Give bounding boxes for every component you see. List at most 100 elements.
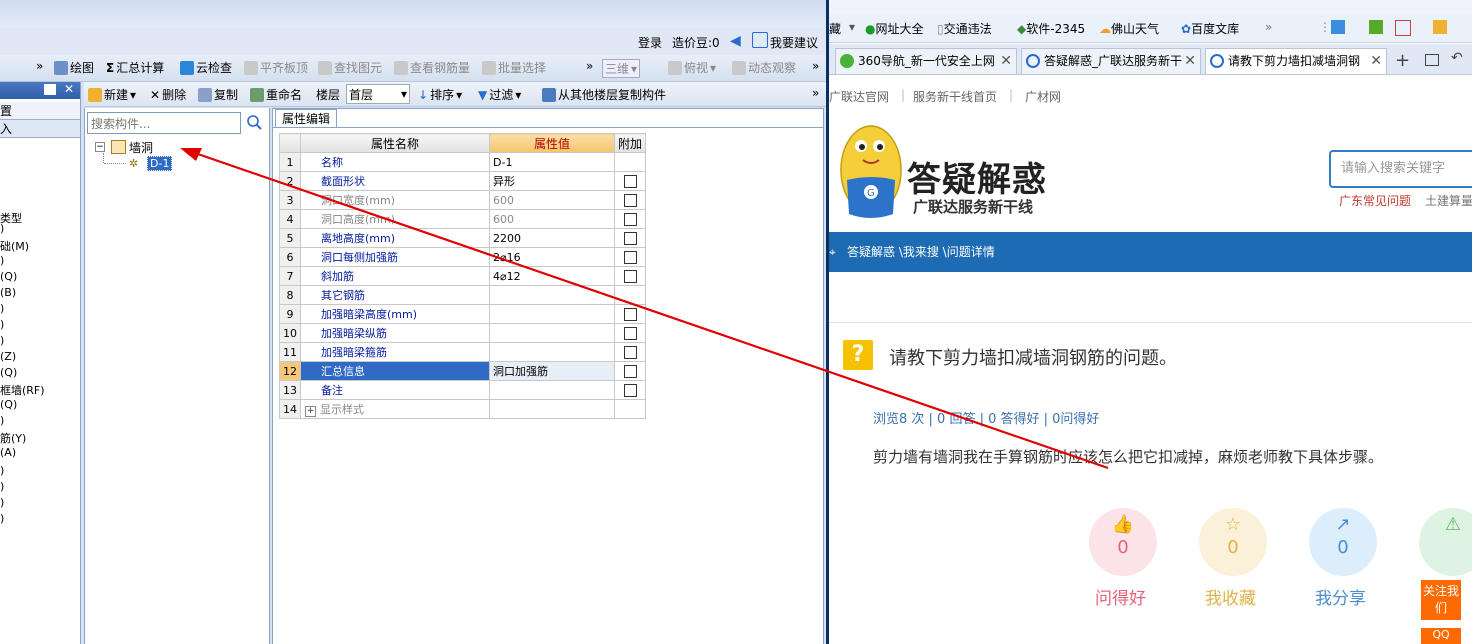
- close-icon[interactable]: ✕: [64, 82, 74, 96]
- browser-tab-question[interactable]: 请教下剪力墙扣减墙洞钢 ✕: [1205, 48, 1387, 74]
- search-icon[interactable]: [245, 114, 263, 132]
- fav-baidu-wenku[interactable]: ✿百度文库: [1181, 20, 1239, 37]
- property-row[interactable]: 4 洞口高度(mm) 600: [279, 209, 647, 229]
- tree-root-wall-hole[interactable]: 墙洞: [129, 139, 153, 156]
- module-nav-item[interactable]: 入: [0, 120, 80, 138]
- copy-from-floor-button[interactable]: 从其他楼层复制构件: [542, 86, 666, 103]
- module-nav-item[interactable]: ): [0, 222, 4, 235]
- module-nav-item[interactable]: (Z): [0, 350, 16, 363]
- extra-checkbox[interactable]: [623, 269, 637, 283]
- extra-checkbox[interactable]: [623, 193, 637, 207]
- toolbar-overflow-left[interactable]: »: [36, 59, 43, 73]
- property-value[interactable]: 洞口加强筋: [489, 361, 615, 381]
- pin-icon[interactable]: [44, 84, 56, 95]
- extra-checkbox[interactable]: [623, 345, 637, 359]
- property-row[interactable]: 14 + 显示样式: [279, 399, 647, 419]
- collapse-icon[interactable]: −: [95, 142, 105, 152]
- summary-button[interactable]: Σ 汇总计算: [106, 59, 164, 76]
- toolbar-overflow-right[interactable]: »: [812, 59, 819, 73]
- property-value[interactable]: 2200: [489, 228, 615, 248]
- property-name[interactable]: 加强暗梁高度(mm): [300, 304, 490, 324]
- breadcrumb[interactable]: 答疑解惑 \我来搜 \问题详情: [847, 232, 995, 272]
- link-guangdong-faq[interactable]: 广东常见问题: [1339, 192, 1411, 209]
- module-nav-item[interactable]: ): [0, 302, 4, 315]
- follow-us-button[interactable]: 关注我们: [1421, 580, 1461, 620]
- link-civil-quantity[interactable]: 土建算量: [1425, 192, 1472, 209]
- action-2-button[interactable]: ↗ 0: [1309, 508, 1377, 576]
- tab-property-edit[interactable]: 属性编辑: [275, 109, 337, 128]
- module-nav-item[interactable]: (Q): [0, 366, 17, 379]
- property-name[interactable]: 备注: [300, 380, 490, 400]
- property-name[interactable]: + 显示样式: [300, 399, 490, 419]
- property-name[interactable]: 汇总信息: [300, 361, 490, 381]
- action-label[interactable]: 我收藏: [1205, 584, 1256, 609]
- property-name[interactable]: 洞口每侧加强筋: [300, 247, 490, 267]
- tab-list-icon[interactable]: [1425, 54, 1439, 66]
- module-nav-item[interactable]: ): [0, 512, 4, 525]
- property-name[interactable]: 截面形状: [300, 171, 490, 191]
- property-value[interactable]: 4⌀12: [489, 266, 615, 286]
- extra-checkbox[interactable]: [623, 307, 637, 321]
- copy-button[interactable]: 复制: [198, 86, 238, 103]
- undo-close-icon[interactable]: ↶: [1451, 50, 1463, 66]
- module-nav-item[interactable]: ): [0, 480, 4, 493]
- feedback-link[interactable]: 我要建议: [770, 34, 818, 51]
- action-label[interactable]: 我分享: [1315, 584, 1366, 609]
- module-nav-item[interactable]: ): [0, 334, 4, 347]
- module-nav-item[interactable]: ): [0, 414, 4, 427]
- fav-nav-sites[interactable]: ●网址大全: [865, 20, 924, 37]
- property-row[interactable]: 10 加强暗梁纵筋: [279, 323, 647, 343]
- property-value[interactable]: [489, 323, 615, 343]
- property-name[interactable]: 其它钢筋: [300, 285, 490, 305]
- property-value[interactable]: [489, 285, 615, 305]
- cloud-check-button[interactable]: 云检查: [180, 59, 232, 76]
- property-value[interactable]: D-1: [489, 152, 615, 172]
- property-name[interactable]: 洞口高度(mm): [300, 209, 490, 229]
- fav-software[interactable]: ◆软件-2345: [1017, 20, 1085, 37]
- property-row[interactable]: 7 斜加筋 4⌀12: [279, 266, 647, 286]
- module-nav-item[interactable]: 筋(Y): [0, 430, 26, 446]
- nav-link-glodon[interactable]: 广联达官网: [829, 88, 889, 105]
- sort-button[interactable]: ↓ 排序 ▾: [418, 86, 462, 103]
- fav-collection[interactable]: 藏: [829, 20, 841, 37]
- property-row[interactable]: 2 截面形状 异形: [279, 171, 647, 191]
- new-button[interactable]: 新建 ▾: [88, 86, 136, 103]
- close-icon[interactable]: ✕: [1000, 49, 1012, 73]
- property-row[interactable]: 3 洞口宽度(mm) 600: [279, 190, 647, 210]
- new-tab-icon[interactable]: +: [1395, 50, 1410, 71]
- login-link[interactable]: 登录: [638, 34, 662, 51]
- module-nav-item[interactable]: 框墙(RF): [0, 382, 45, 398]
- view-3d-dropdown[interactable]: 三维 ▾: [602, 59, 641, 78]
- chevron-down-icon[interactable]: ▾: [849, 20, 855, 34]
- tree-item-d1[interactable]: D-1: [147, 156, 173, 171]
- extra-checkbox[interactable]: [623, 212, 637, 226]
- property-row[interactable]: 1 名称 D-1: [279, 152, 647, 172]
- module-nav-item[interactable]: 置: [0, 102, 80, 120]
- extra-checkbox[interactable]: [623, 250, 637, 264]
- module-nav-item[interactable]: ): [0, 318, 4, 331]
- action-label[interactable]: 问得好: [1095, 584, 1146, 609]
- extra-checkbox[interactable]: [623, 174, 637, 188]
- property-value[interactable]: [489, 399, 615, 419]
- draw-button[interactable]: 绘图: [54, 59, 94, 76]
- property-value[interactable]: [489, 304, 615, 324]
- toolbar2-overflow[interactable]: »: [812, 86, 819, 100]
- browser-tab-360[interactable]: 360导航_新一代安全上网 ✕: [835, 48, 1017, 74]
- expand-icon[interactable]: +: [305, 406, 316, 417]
- toolbar-overflow-mid[interactable]: »: [586, 59, 593, 73]
- property-name[interactable]: 加强暗梁箍筋: [300, 342, 490, 362]
- property-value[interactable]: 2⌀16: [489, 247, 615, 267]
- batch-select-button[interactable]: 批量选择: [482, 59, 546, 76]
- module-nav-item[interactable]: ): [0, 254, 4, 267]
- extra-checkbox[interactable]: [623, 383, 637, 397]
- property-name[interactable]: 洞口宽度(mm): [300, 190, 490, 210]
- extension-icon[interactable]: [1433, 20, 1447, 34]
- site-search-input[interactable]: 请输入搜索关键字: [1329, 150, 1472, 188]
- close-icon[interactable]: ✕: [1184, 49, 1196, 73]
- apps-icon[interactable]: [1331, 20, 1345, 34]
- fav-weather[interactable]: ☁佛山天气: [1099, 20, 1159, 37]
- extra-checkbox[interactable]: [623, 364, 637, 378]
- qq-button[interactable]: QQ: [1421, 628, 1461, 644]
- rename-button[interactable]: 重命名: [250, 86, 302, 103]
- module-nav-item[interactable]: (B): [0, 286, 16, 299]
